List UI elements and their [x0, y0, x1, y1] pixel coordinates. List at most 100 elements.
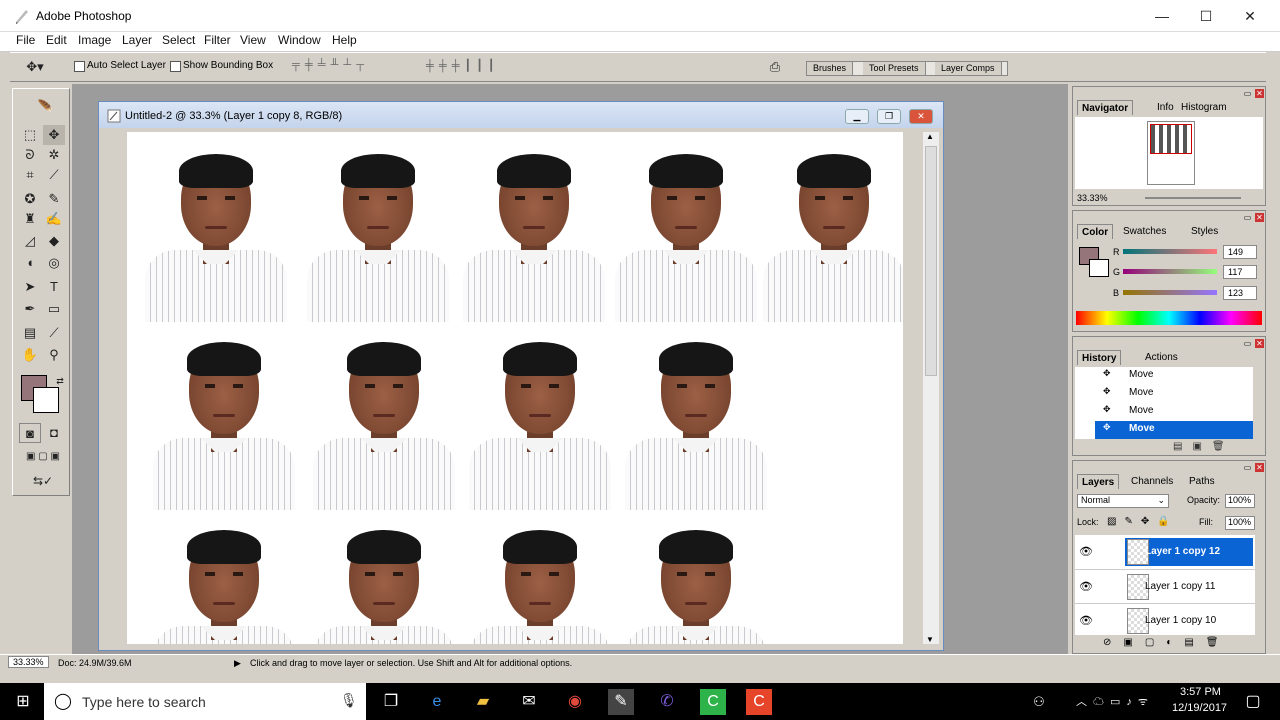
type-tool-icon[interactable]: T: [43, 277, 65, 297]
layer-row-selected[interactable]: 👁 Layer 1 copy 12: [1075, 535, 1255, 569]
menu-select[interactable]: Select: [162, 33, 195, 47]
tab-histogram[interactable]: Histogram: [1177, 100, 1231, 115]
swap-colors-icon[interactable]: ⇄: [49, 371, 71, 391]
history-footer-icons[interactable]: ▤▣🗑: [1173, 441, 1235, 452]
close-button[interactable]: ✕: [1228, 0, 1272, 32]
path-select-icon[interactable]: ➤: [19, 277, 41, 297]
bounding-box-checkbox[interactable]: [170, 61, 181, 72]
color-panel-bg-swatch[interactable]: [1089, 259, 1109, 277]
move-tool-preset-icon[interactable]: ✥▾: [24, 57, 46, 77]
menu-edit[interactable]: Edit: [46, 33, 67, 47]
tab-actions[interactable]: Actions: [1141, 350, 1182, 365]
tab-history[interactable]: History: [1077, 350, 1122, 365]
people-icon[interactable]: ⚇: [1026, 689, 1052, 715]
menu-window[interactable]: Window: [278, 33, 321, 47]
clone-stamp-icon[interactable]: ♜: [19, 209, 41, 229]
chrome-icon[interactable]: ◉: [562, 689, 588, 715]
history-item[interactable]: ✥ Move: [1075, 367, 1253, 385]
scroll-thumb[interactable]: [925, 146, 937, 376]
paint-bucket-icon[interactable]: ◆: [43, 231, 65, 251]
viber-icon[interactable]: ✆: [654, 689, 680, 715]
tab-channels[interactable]: Channels: [1127, 474, 1177, 489]
camtasia-green-icon[interactable]: C: [700, 689, 726, 715]
windows-start-icon[interactable]: ⊞: [10, 689, 36, 715]
notes-tool-icon[interactable]: ▤: [19, 323, 41, 343]
history-minimize-icon[interactable]: ▭: [1243, 339, 1252, 348]
fill-field[interactable]: 100%: [1225, 516, 1255, 530]
pen-tool-icon[interactable]: ✒: [19, 299, 41, 319]
tab-styles[interactable]: Styles: [1187, 224, 1222, 239]
marquee-tool-icon[interactable]: ⬚: [19, 125, 41, 145]
tab-swatches[interactable]: Swatches: [1119, 224, 1170, 239]
document-canvas[interactable]: [127, 132, 903, 644]
document-vertical-scrollbar[interactable]: ▲ ▼: [923, 132, 939, 644]
navigator-zoom-slider[interactable]: [1145, 197, 1241, 199]
minimize-button[interactable]: —: [1140, 0, 1184, 32]
auto-select-checkbox[interactable]: [74, 61, 85, 72]
g-value[interactable]: [1223, 265, 1257, 279]
doc-restore-button[interactable]: ❐: [877, 109, 901, 124]
doc-close-button[interactable]: ✕: [909, 109, 933, 124]
visibility-eye-icon[interactable]: 👁: [1079, 580, 1093, 593]
status-zoom[interactable]: 33.33%: [8, 656, 49, 668]
layers-close-icon[interactable]: ✕: [1255, 463, 1264, 472]
hand-tool-icon[interactable]: ✋: [19, 345, 41, 365]
visibility-eye-icon[interactable]: 👁: [1079, 614, 1093, 627]
microphone-icon[interactable]: 🎙: [340, 692, 358, 709]
tab-navigator[interactable]: Navigator: [1077, 100, 1134, 115]
well-brushes-tab[interactable]: Brushes: [807, 62, 854, 75]
history-brush-icon[interactable]: ✍: [43, 209, 65, 229]
blur-tool-icon[interactable]: ◖: [19, 253, 41, 273]
rectangle-tool-icon[interactable]: ▭: [43, 299, 65, 319]
layers-footer-icons[interactable]: ⊘▣▢◐▤🗑: [1103, 637, 1230, 648]
status-play-icon[interactable]: ▶: [234, 658, 241, 669]
scroll-down-icon[interactable]: ▼: [926, 635, 934, 644]
clock-date[interactable]: 12/19/2017: [1172, 702, 1227, 714]
dodge-tool-icon[interactable]: ◎: [43, 253, 65, 273]
menu-file[interactable]: File: [16, 33, 35, 47]
b-slider[interactable]: [1123, 290, 1217, 295]
history-item-selected[interactable]: ✥ Move: [1095, 421, 1253, 439]
navigator-zoom[interactable]: 33.33%: [1077, 193, 1108, 203]
healing-brush-icon[interactable]: ✪: [19, 189, 41, 209]
history-item[interactable]: ✥ Move: [1075, 403, 1253, 421]
quick-mask-icon[interactable]: ◘: [43, 423, 65, 443]
r-value[interactable]: [1223, 245, 1257, 259]
menu-view[interactable]: View: [240, 33, 266, 47]
lasso-tool-icon[interactable]: ᘐ: [19, 145, 41, 165]
screen-mode-icon[interactable]: ▣ ▢ ▣: [19, 447, 67, 467]
clock-time[interactable]: 3:57 PM: [1180, 686, 1221, 698]
menu-image[interactable]: Image: [78, 33, 111, 47]
opacity-field[interactable]: 100%: [1225, 494, 1255, 508]
jump-to-imageready-icon[interactable]: ⇆✓: [19, 471, 67, 491]
layer-row[interactable]: 👁 Layer 1 copy 11: [1075, 569, 1255, 603]
navigator-minimize-icon[interactable]: ▭: [1243, 89, 1252, 98]
photoshop-taskbar-icon[interactable]: ✎: [608, 689, 634, 715]
eyedropper-icon[interactable]: ⟋: [43, 323, 65, 343]
move-tool-icon[interactable]: ✥: [43, 125, 65, 145]
mail-icon[interactable]: ✉: [516, 689, 542, 715]
navigator-view-box[interactable]: [1150, 124, 1192, 154]
doc-minimize-button[interactable]: ▁: [845, 109, 869, 124]
file-explorer-icon[interactable]: ▰: [470, 689, 496, 715]
camtasia-red-icon[interactable]: C: [746, 689, 772, 715]
tab-paths[interactable]: Paths: [1185, 474, 1219, 489]
history-item[interactable]: ✥ Move: [1075, 385, 1253, 403]
notifications-icon[interactable]: ▢: [1240, 689, 1266, 715]
history-close-icon[interactable]: ✕: [1255, 339, 1264, 348]
navigator-close-icon[interactable]: ✕: [1255, 89, 1264, 98]
blend-mode-select[interactable]: Normal ⌄: [1077, 494, 1169, 508]
tab-info[interactable]: Info: [1153, 100, 1178, 115]
layers-minimize-icon[interactable]: ▭: [1243, 463, 1252, 472]
tab-layers[interactable]: Layers: [1077, 474, 1120, 489]
edge-icon[interactable]: e: [424, 689, 450, 715]
lock-icons[interactable]: ▨✎✥🔒: [1107, 516, 1178, 527]
g-slider[interactable]: [1123, 269, 1217, 274]
zoom-tool-icon[interactable]: ⚲: [43, 345, 65, 365]
menu-layer[interactable]: Layer: [122, 33, 152, 47]
navigator-preview[interactable]: [1075, 117, 1263, 189]
color-close-icon[interactable]: ✕: [1255, 213, 1264, 222]
distribute-buttons-icon[interactable]: ╪ ╪ ╪ ┃ ┃ ┃: [426, 59, 496, 77]
b-value[interactable]: [1223, 286, 1257, 300]
crop-tool-icon[interactable]: ⌗: [19, 165, 41, 185]
